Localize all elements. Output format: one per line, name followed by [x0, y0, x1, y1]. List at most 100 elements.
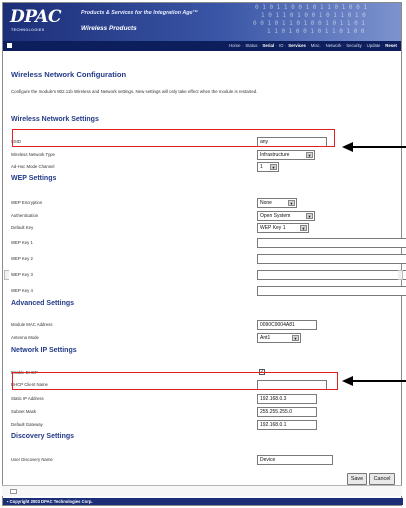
- mac-input: 0090C9004A81: [257, 320, 317, 330]
- section-wireless-title: Wireless Network Settings: [11, 116, 99, 123]
- page-title: Wireless Network Configuration: [11, 70, 127, 79]
- gateway-input[interactable]: 192.168.0.1: [257, 420, 317, 430]
- nav-link-misc[interactable]: Misc.: [311, 43, 321, 48]
- wep-key1-label: WEP Key 1: [11, 240, 33, 245]
- decorative-binary-pattern: 0 1 0 1 1 0 0 1 0 1 1 0 1 0 0 1 1 0 1 1 …: [253, 4, 367, 35]
- default-key-label: Default Key: [11, 225, 34, 230]
- mac-row: Module MAC Address 0090C9004A81: [11, 320, 395, 331]
- ssid-highlight-box: [12, 129, 335, 147]
- adhoc-channel-row: Ad-Hoc Mode Channel 1 ▼: [11, 162, 395, 173]
- wep-key3-row: WEP Key 3: [11, 270, 406, 281]
- default-key-value: WEP Key 1: [260, 225, 286, 231]
- authentication-select[interactable]: Open System ▼: [257, 211, 315, 221]
- nav-link-security[interactable]: Security: [346, 43, 362, 48]
- annotation-arrow-head-2: [342, 376, 353, 386]
- adhoc-channel-label: Ad-Hoc Mode Channel: [11, 164, 55, 169]
- discovery-name-label: User Discovery Name: [11, 457, 53, 462]
- subnet-label: Subnet Mask: [11, 409, 37, 414]
- nav-link-reset[interactable]: Reset: [385, 43, 397, 48]
- header-banner: DPAC TECHNOLOGIES Products & Services fo…: [3, 3, 401, 41]
- wep-key4-label: WEP Key 4: [11, 288, 33, 293]
- default-key-row: Default Key WEP Key 1 ▼: [11, 223, 395, 234]
- discovery-name-input[interactable]: Device: [257, 455, 333, 465]
- page-frame: DPAC TECHNOLOGIES Products & Services fo…: [2, 2, 406, 506]
- wep-key2-input[interactable]: [257, 254, 406, 264]
- nav-separator: ·: [274, 43, 279, 48]
- right-scroll-tab[interactable]: [398, 270, 403, 280]
- section-wep-title: WEP Settings: [11, 175, 57, 182]
- chevron-down-icon: ▼: [306, 152, 313, 158]
- network-type-row: Wireless Network Type Infrastructure ▼: [11, 150, 395, 161]
- tagline: Products & Services for the Integration …: [81, 10, 198, 16]
- dpac-logo[interactable]: DPAC: [10, 7, 62, 27]
- static-ip-label: Static IP Address: [11, 396, 44, 401]
- status-strip: [2, 485, 402, 496]
- wep-encryption-row: WEP Encryption None ▼: [11, 198, 395, 209]
- chevron-down-icon: ▼: [270, 164, 277, 170]
- default-key-select[interactable]: WEP Key 1 ▼: [257, 223, 309, 233]
- section-advanced-title: Advanced Settings: [11, 300, 75, 307]
- wep-key1-input[interactable]: [257, 238, 406, 248]
- network-type-value: Infrastructure: [260, 152, 290, 158]
- static-ip-input[interactable]: 192.168.0.3: [257, 394, 317, 404]
- chevron-down-icon: ▼: [288, 200, 295, 206]
- adhoc-channel-select[interactable]: 1 ▼: [257, 162, 279, 172]
- chevron-down-icon: ▼: [300, 225, 307, 231]
- antenna-value: Ant1: [260, 335, 271, 341]
- cancel-button[interactable]: Cancel: [369, 473, 395, 485]
- nav-links: Home · Status · Serial · IO · Services ·…: [229, 43, 397, 48]
- annotation-arrow-head-1: [342, 142, 353, 152]
- nav-separator: ·: [321, 43, 326, 48]
- dhcp-client-name-highlight-box: [12, 372, 338, 390]
- network-type-label: Wireless Network Type: [11, 152, 55, 157]
- nav-link-io[interactable]: IO: [279, 43, 284, 48]
- nav-link-services[interactable]: Services: [288, 43, 306, 48]
- wep-encryption-value: None: [260, 200, 272, 206]
- wep-key2-row: WEP Key 2: [11, 254, 406, 265]
- wep-key3-input[interactable]: [257, 270, 406, 280]
- left-scroll-tab[interactable]: [4, 270, 9, 280]
- nav-separator: ·: [362, 43, 367, 48]
- authentication-row: Authentication Open System ▼: [11, 211, 395, 222]
- page-icon: [10, 489, 17, 494]
- network-type-select[interactable]: Infrastructure ▼: [257, 150, 315, 160]
- subnet-row: Subnet Mask 255.255.255.0: [11, 407, 395, 418]
- product-title: Wireless Products: [81, 25, 137, 32]
- authentication-value: Open System: [260, 213, 291, 219]
- wep-key4-row: WEP Key 4: [11, 286, 406, 297]
- authentication-label: Authentication: [11, 213, 39, 218]
- intro-text: Configure the module's 802.11b Wireless …: [11, 89, 258, 94]
- wep-encryption-label: WEP Encryption: [11, 200, 43, 205]
- antenna-row: Antenna Mode Ant1 ▼: [11, 333, 395, 344]
- static-ip-row: Static IP Address 192.168.0.3: [11, 394, 395, 405]
- mac-label: Module MAC Address: [11, 322, 53, 327]
- wep-key2-label: WEP Key 2: [11, 256, 33, 261]
- annotation-arrow-line-1: [352, 146, 406, 148]
- footer-copyright: ▪ Copyright 2003 DPAC Technologies Corp.: [3, 498, 403, 505]
- wep-key1-row: WEP Key 1: [11, 238, 406, 249]
- antenna-label: Antenna Mode: [11, 335, 39, 340]
- nav-link-status[interactable]: Status: [245, 43, 257, 48]
- discovery-name-row: User Discovery Name Device: [11, 455, 395, 466]
- gateway-row: Default Gateway 192.168.0.1: [11, 420, 395, 431]
- adhoc-channel-value: 1: [260, 164, 263, 170]
- gateway-label: Default Gateway: [11, 422, 43, 427]
- annotation-arrow-line-2: [352, 380, 406, 382]
- wep-key4-input[interactable]: [257, 286, 406, 296]
- antenna-select[interactable]: Ant1 ▼: [257, 333, 301, 343]
- nav-link-home[interactable]: Home: [229, 43, 240, 48]
- nav-link-network[interactable]: Network: [326, 43, 342, 48]
- chevron-down-icon: ▼: [306, 213, 313, 219]
- nav-link-update[interactable]: Update: [367, 43, 381, 48]
- nav-bar: Home · Status · Serial · IO · Services ·…: [3, 41, 401, 51]
- section-network-ip-title: Network IP Settings: [11, 347, 77, 354]
- section-discovery-title: Discovery Settings: [11, 433, 75, 440]
- logo-subtitle: TECHNOLOGIES: [11, 28, 45, 32]
- save-button[interactable]: Save: [347, 473, 367, 485]
- nav-marker-icon: [7, 43, 12, 48]
- wep-encryption-select[interactable]: None ▼: [257, 198, 297, 208]
- chevron-down-icon: ▼: [292, 335, 299, 341]
- nav-link-serial[interactable]: Serial: [262, 43, 274, 48]
- wep-key3-label: WEP Key 3: [11, 272, 33, 277]
- subnet-input[interactable]: 255.255.255.0: [257, 407, 317, 417]
